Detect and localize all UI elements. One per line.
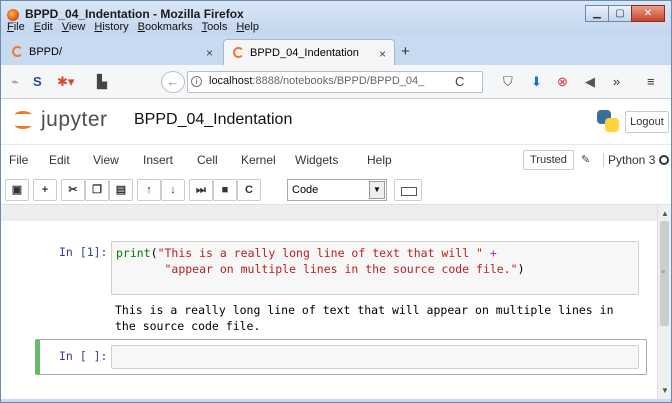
notebook-area: In [1]: print("This is a really long lin… xyxy=(1,205,671,399)
navigation-toolbar: ⌁ S ✱▾ ▙ ← i localhost:8888/notebooks/BP… xyxy=(1,65,671,99)
menu-tools[interactable]: Tools xyxy=(202,21,228,33)
pocket-icon[interactable]: ⛉ xyxy=(503,74,513,90)
download-icon[interactable]: ⬇ xyxy=(531,74,542,90)
title-bar: BPPD_04_Indentation - Mozilla Firefox Fi… xyxy=(1,1,671,35)
jupyter-header: jupyter BPPD_04_Indentation Logout xyxy=(1,99,671,145)
notebook-page: In [1]: print("This is a really long lin… xyxy=(1,221,657,399)
menu-view[interactable]: View xyxy=(93,153,119,167)
close-tab-icon[interactable]: × xyxy=(206,46,213,60)
paste-icon[interactable]: ▤ xyxy=(109,179,133,201)
menu-file[interactable]: File xyxy=(9,153,28,167)
menu-file[interactable]: File xyxy=(7,21,25,33)
menu-help[interactable]: Help xyxy=(367,153,392,167)
cell-1-prompt: In [1]: xyxy=(59,245,108,259)
tab-bppd[interactable]: BPPD/ × xyxy=(3,39,221,65)
cell-1-code[interactable]: print("This is a really long line of tex… xyxy=(111,241,639,295)
close-window-button[interactable]: ✕ xyxy=(631,5,665,22)
maximize-button[interactable]: ▢ xyxy=(608,5,632,22)
overflow-icon[interactable]: » xyxy=(613,74,620,89)
jupyter-logo-icon[interactable] xyxy=(13,109,33,131)
code-print: print xyxy=(116,246,151,260)
cell-type-value: Code xyxy=(292,184,319,196)
restart-icon[interactable]: C xyxy=(237,179,261,201)
url-text[interactable]: localhost:8888/notebooks/BPPD/BPPD_04_ xyxy=(209,75,445,87)
back-button[interactable]: ← xyxy=(161,71,185,93)
minimize-button[interactable]: ▁ xyxy=(585,5,609,22)
browser-menu-bar: File Edit View History Bookmarks Tools H… xyxy=(7,21,259,33)
code-string-2: "appear on multiple lines in the source … xyxy=(164,262,518,276)
cell-1-output-line-1: This is a really long line of text that … xyxy=(115,303,614,317)
code-string-1: "This is a really long line of text that… xyxy=(157,246,483,260)
run-icon[interactable]: ⏭ xyxy=(189,179,213,201)
kernel-status-icon xyxy=(659,155,669,165)
tab-strip: BPPD/ × BPPD_04_Indentation × + xyxy=(1,35,671,65)
send-icon[interactable]: ◀ xyxy=(585,74,595,90)
window-title: BPPD_04_Indentation - Mozilla Firefox xyxy=(25,7,244,21)
move-up-icon[interactable]: ↑ xyxy=(137,179,161,201)
rss-icon[interactable]: ⌁ xyxy=(11,74,19,90)
cell-2-prompt: In [ ]: xyxy=(59,349,108,363)
print-icon[interactable]: ▙ xyxy=(97,74,107,90)
hamburger-menu-icon[interactable]: ≡ xyxy=(647,74,655,89)
python-logo-icon xyxy=(597,110,619,132)
grip-icon: ≡ xyxy=(661,269,666,276)
save-icon[interactable]: ▣ xyxy=(5,179,29,201)
browser-window: BPPD_04_Indentation - Mozilla Firefox Fi… xyxy=(0,0,672,403)
menu-edit[interactable]: Edit xyxy=(49,153,70,167)
insert-cell-icon[interactable]: + xyxy=(33,179,57,201)
code-operator: + xyxy=(489,246,497,260)
scroll-up-icon[interactable]: ▲ xyxy=(661,209,669,218)
scroll-down-icon[interactable]: ▼ xyxy=(661,386,669,395)
menu-help[interactable]: Help xyxy=(236,21,259,33)
keyboard-icon[interactable] xyxy=(394,179,422,201)
window-controls: ▁ ▢ ✕ xyxy=(585,5,665,22)
scrollbar[interactable]: ▲ ≡ ▼ xyxy=(657,205,671,399)
menu-view[interactable]: View xyxy=(62,21,86,33)
chevron-down-icon[interactable]: ▼ xyxy=(369,181,385,199)
stop-icon[interactable]: ■ xyxy=(213,179,237,201)
block-icon[interactable]: ⊗ xyxy=(557,74,568,90)
menu-history[interactable]: History xyxy=(94,21,128,33)
tab-label: BPPD_04_Indentation xyxy=(250,46,359,59)
new-tab-button[interactable]: + xyxy=(401,43,410,60)
s-addon-icon[interactable]: S xyxy=(33,74,42,89)
menu-kernel[interactable]: Kernel xyxy=(241,153,276,167)
cell-type-select[interactable]: Code ▼ xyxy=(287,179,387,201)
reload-icon[interactable]: C xyxy=(455,74,464,89)
pencil-icon[interactable]: ✎ xyxy=(581,153,590,166)
tab-label: BPPD/ xyxy=(29,46,63,58)
info-icon[interactable]: i xyxy=(191,76,202,87)
cell-2-code-input[interactable] xyxy=(111,345,639,369)
jupyter-brand[interactable]: jupyter xyxy=(41,108,108,132)
menu-insert[interactable]: Insert xyxy=(143,153,173,167)
move-down-icon[interactable]: ↓ xyxy=(161,179,185,201)
addon-icon[interactable]: ✱▾ xyxy=(57,74,74,90)
notebook-name[interactable]: BPPD_04_Indentation xyxy=(134,111,292,129)
notebook-menu-bar: File Edit View Insert Cell Kernel Widget… xyxy=(1,145,671,175)
menu-widgets[interactable]: Widgets xyxy=(295,153,338,167)
tab-bppd-04-indentation[interactable]: BPPD_04_Indentation × xyxy=(223,39,395,65)
close-tab-icon[interactable]: × xyxy=(379,47,386,61)
menu-bookmarks[interactable]: Bookmarks xyxy=(138,21,193,33)
kernel-name[interactable]: Python 3 xyxy=(603,153,655,167)
logout-button[interactable]: Logout xyxy=(625,111,669,133)
menu-cell[interactable]: Cell xyxy=(197,153,218,167)
copy-icon[interactable]: ❐ xyxy=(85,179,109,201)
trusted-badge[interactable]: Trusted xyxy=(523,150,574,170)
cell-1-output-line-2: the source code file. xyxy=(115,319,261,333)
jupyter-tab-icon xyxy=(233,47,244,58)
menu-edit[interactable]: Edit xyxy=(34,21,53,33)
firefox-icon xyxy=(7,9,19,21)
notebook-toolbar: ▣ + ✂ ❐ ▤ ↑ ↓ ⏭ ■ C Code ▼ xyxy=(1,175,671,205)
cut-icon[interactable]: ✂ xyxy=(61,179,85,201)
jupyter-tab-icon xyxy=(12,46,23,57)
